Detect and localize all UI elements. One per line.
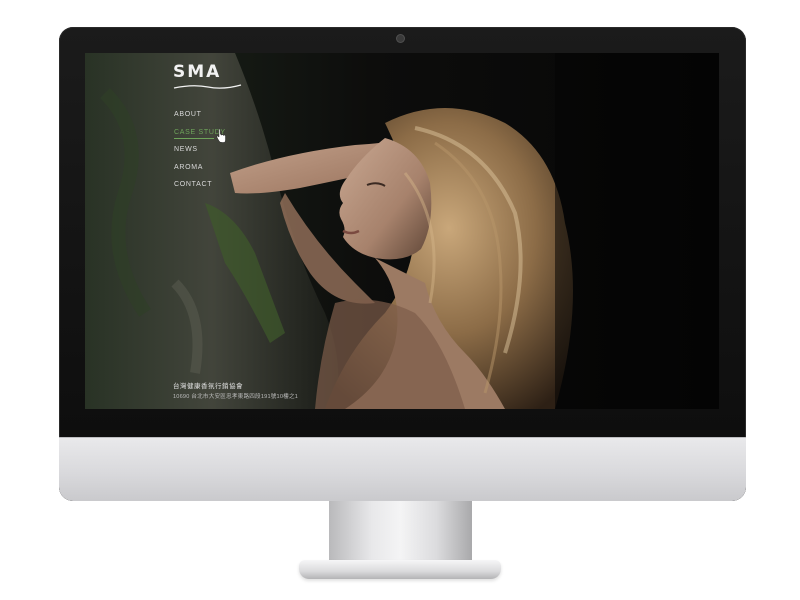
site-footer: 台灣健康香氛行銷協會 10690 台北市大安區忠孝東路四段191號10樓之1 <box>173 382 298 402</box>
hand-pointer-icon <box>216 129 226 143</box>
nav-item-news[interactable]: NEWS <box>174 141 226 159</box>
imac-mockup: SMA ABOUT CASE STUDY NEWS AROMA CONTACT … <box>0 0 800 600</box>
footer-address: 10690 台北市大安區忠孝東路四段191號10樓之1 <box>173 394 299 400</box>
monitor-chin <box>59 437 746 501</box>
monitor-stand-neck <box>329 501 472 563</box>
monitor: SMA ABOUT CASE STUDY NEWS AROMA CONTACT … <box>59 27 746 501</box>
footer-org-name: 台灣健康香氛行銷協會 <box>173 383 243 390</box>
logo-swoosh-icon <box>173 84 242 89</box>
active-underline <box>174 137 214 139</box>
site-logo[interactable]: SMA <box>173 62 221 82</box>
main-nav: ABOUT CASE STUDY NEWS AROMA CONTACT <box>174 106 226 194</box>
nav-item-about[interactable]: ABOUT <box>174 106 226 124</box>
camera-icon <box>397 35 404 42</box>
nav-item-aroma[interactable]: AROMA <box>174 159 226 177</box>
monitor-stand-base <box>299 560 501 579</box>
website-screen: SMA ABOUT CASE STUDY NEWS AROMA CONTACT … <box>85 53 719 409</box>
nav-item-contact[interactable]: CONTACT <box>174 176 226 194</box>
